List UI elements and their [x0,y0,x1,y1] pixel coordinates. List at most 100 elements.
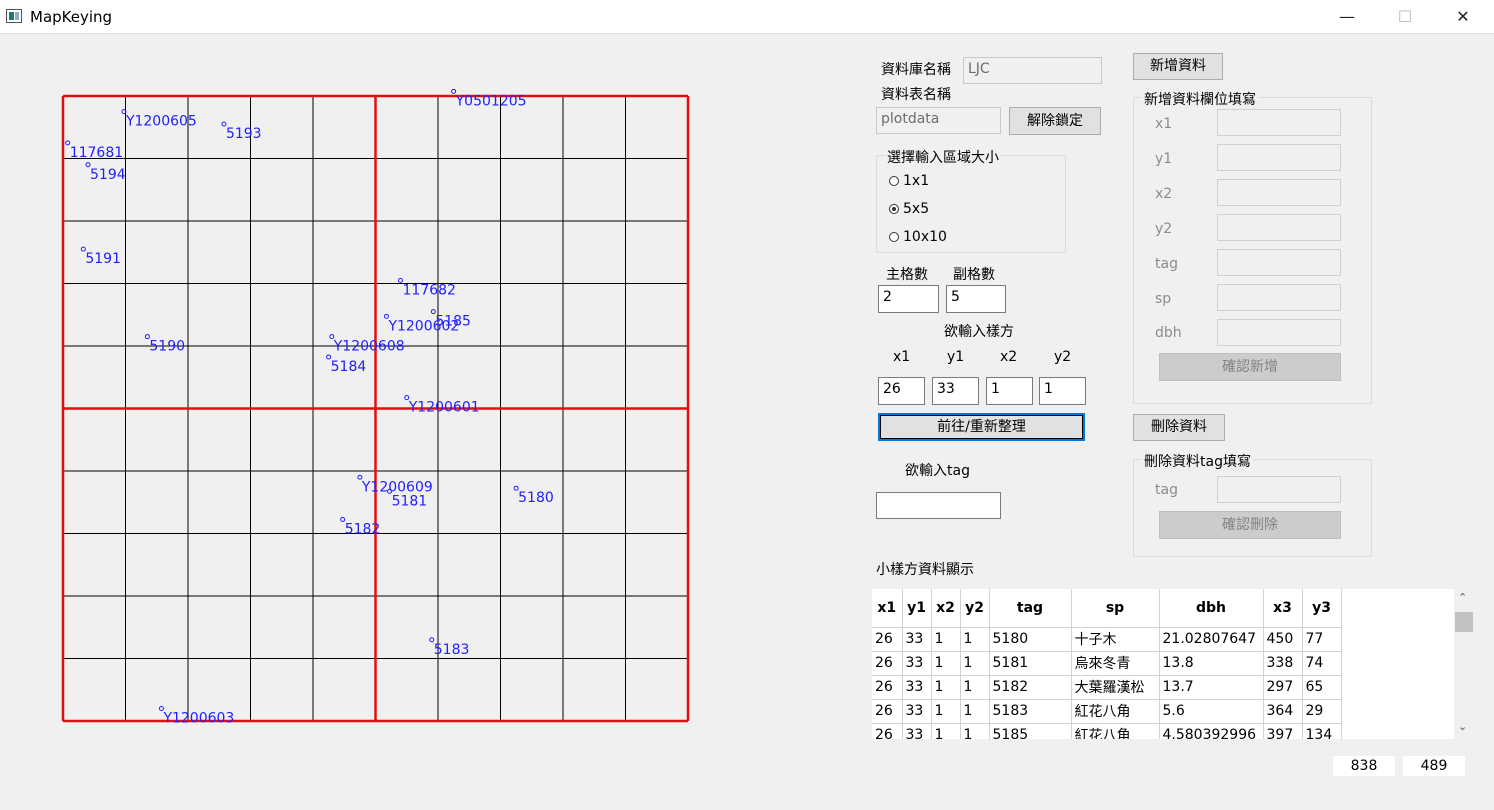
cell-x2[interactable]: 1 [931,699,961,724]
cell-sp[interactable]: 紅花八角 [1071,699,1160,724]
col-header-y2[interactable]: y2 [960,589,990,628]
cell-y1[interactable]: 33 [902,651,932,676]
cell-y1[interactable]: 33 [902,675,932,700]
close-button[interactable]: ✕ [1434,0,1492,34]
cell-x1[interactable]: 26 [872,675,903,700]
col-header-x2[interactable]: x2 [931,589,961,628]
cell-y2[interactable]: 1 [960,651,990,676]
delete-tag-input[interactable] [1217,476,1341,503]
sub-grid-input[interactable]: 5 [946,285,1006,313]
confirm-delete-button[interactable]: 確認刪除 [1159,511,1341,539]
cell-y1[interactable]: 33 [902,699,932,724]
cell-y1[interactable]: 33 [902,627,932,652]
cell-tag[interactable]: 5183 [989,699,1072,724]
cell-x3[interactable]: 338 [1263,651,1303,676]
cell-x1[interactable]: 26 [872,699,903,724]
radio-5x5-dot[interactable] [889,204,899,214]
cell-y3[interactable]: 134 [1302,723,1342,739]
cell-sp[interactable]: 大葉羅漢松 [1071,675,1160,700]
cell-dbh[interactable]: 13.7 [1159,675,1264,700]
add-data-button[interactable]: 新增資料 [1133,53,1223,80]
data-grid[interactable]: x1 y1 x2 y2 tag sp dbh x3 y3 26 33 1 1 5180 十… [872,589,1454,739]
radio-10x10[interactable]: 10x10 [889,229,947,245]
cell-tag[interactable]: 5181 [989,651,1072,676]
cell-y3[interactable]: 74 [1302,651,1342,676]
db-name-field[interactable]: LJC [963,57,1102,84]
col-header-y3[interactable]: y3 [1302,589,1342,628]
cell-y2[interactable]: 1 [960,675,990,700]
cell-y3[interactable]: 29 [1302,699,1342,724]
col-header-tag[interactable]: tag [989,589,1072,628]
table-row[interactable]: 26 33 1 1 5181 烏來冬青 13.8 338 74 [872,651,1342,676]
minimize-button[interactable]: — [1318,0,1376,34]
cell-dbh[interactable]: 4.580392996 [1159,723,1264,739]
col-header-x1[interactable]: x1 [872,589,903,628]
add-dbh-input[interactable] [1217,319,1341,346]
cell-tag[interactable]: 5182 [989,675,1072,700]
add-tag-input[interactable] [1217,249,1341,276]
cell-dbh[interactable]: 5.6 [1159,699,1264,724]
cell-y2[interactable]: 1 [960,723,990,739]
cell-x2[interactable]: 1 [931,723,961,739]
unlock-button[interactable]: 解除鎖定 [1009,107,1101,135]
cell-y2[interactable]: 1 [960,627,990,652]
cell-x1[interactable]: 26 [872,627,903,652]
scroll-thumb[interactable] [1455,612,1473,632]
cell-x3[interactable]: 364 [1263,699,1303,724]
cell-y3[interactable]: 65 [1302,675,1342,700]
maximize-button[interactable]: ☐ [1376,0,1434,34]
cell-x2[interactable]: 1 [931,675,961,700]
cell-tag[interactable]: 5185 [989,723,1072,739]
cell-y3[interactable]: 77 [1302,627,1342,652]
confirm-add-button[interactable]: 確認新增 [1159,353,1341,381]
tree-label: 5194 [90,167,126,183]
add-sp-input[interactable] [1217,284,1341,311]
table-row[interactable]: 26 33 1 1 5183 紅花八角 5.6 364 29 [872,699,1342,724]
cell-x2[interactable]: 1 [931,651,961,676]
x2-input[interactable]: 1 [986,377,1033,405]
cell-x3[interactable]: 450 [1263,627,1303,652]
table-row[interactable]: 26 33 1 1 5182 大葉羅漢松 13.7 297 65 [872,675,1342,700]
plot-map[interactable]: 5197519651895187Y1200616Y1200606Y1200611… [0,34,720,754]
y2-input[interactable]: 1 [1039,377,1086,405]
table-row[interactable]: 26 33 1 1 5180 十子木 21.02807647 450 77 [872,627,1342,652]
cell-tag[interactable]: 5180 [989,627,1072,652]
delete-data-button[interactable]: 刪除資料 [1133,414,1225,441]
radio-1x1[interactable]: 1x1 [889,173,929,189]
tree-label: 5182 [345,521,381,537]
cell-sp[interactable]: 紅花八角 [1071,723,1160,739]
cell-y2[interactable]: 1 [960,699,990,724]
radio-5x5[interactable]: 5x5 [889,201,929,217]
table-name-field[interactable]: plotdata [876,107,1001,134]
cell-dbh[interactable]: 13.8 [1159,651,1264,676]
tag-input[interactable] [876,492,1001,519]
add-y2-input[interactable] [1217,214,1341,241]
add-x1-input[interactable] [1217,109,1341,136]
x1-input[interactable]: 26 [878,377,925,405]
cell-x1[interactable]: 26 [872,723,903,739]
cell-dbh[interactable]: 21.02807647 [1159,627,1264,652]
radio-1x1-dot[interactable] [889,176,899,186]
cell-y1[interactable]: 33 [902,723,932,739]
main-grid-input[interactable]: 2 [878,285,939,313]
table-row[interactable]: 26 33 1 1 5185 紅花八角 4.580392996 397 134 [872,723,1342,739]
col-header-sp[interactable]: sp [1071,589,1160,628]
col-header-dbh[interactable]: dbh [1159,589,1264,628]
add-x2-input[interactable] [1217,179,1341,206]
go-refresh-button[interactable]: 前往/重新整理 [878,413,1085,441]
scroll-down-icon[interactable]: ⌄ [1458,720,1467,733]
grid-scrollbar[interactable]: ⌃ ⌄ [1454,589,1473,739]
cell-sp[interactable]: 十子木 [1071,627,1160,652]
cell-x1[interactable]: 26 [872,651,903,676]
add-y1-input[interactable] [1217,144,1341,171]
scroll-up-icon[interactable]: ⌃ [1458,591,1467,604]
cell-x3[interactable]: 397 [1263,723,1303,739]
cell-sp[interactable]: 烏來冬青 [1071,651,1160,676]
cell-x2[interactable]: 1 [931,627,961,652]
cell-x3[interactable]: 297 [1263,675,1303,700]
y1-input[interactable]: 33 [932,377,979,405]
radio-10x10-dot[interactable] [889,232,899,242]
col-header-y1[interactable]: y1 [902,589,932,628]
tree-label: Y0501205 [455,93,527,109]
col-header-x3[interactable]: x3 [1263,589,1303,628]
